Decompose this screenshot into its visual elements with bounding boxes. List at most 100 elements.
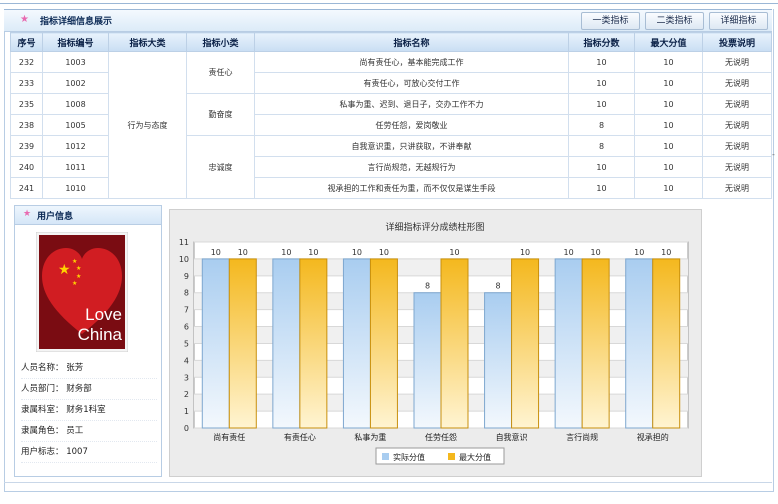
- cell-subcategory: 责任心: [186, 51, 255, 94]
- cell-name: 尚有责任心，基本能完成工作: [254, 51, 569, 73]
- cell-score: 8: [568, 114, 635, 136]
- cell-max: 10: [634, 72, 703, 94]
- bar-actual: [484, 292, 513, 429]
- page-title: 指标详细信息展示: [40, 17, 113, 27]
- cell-code: 1002: [42, 72, 109, 94]
- x-tick-label: 视承担的: [637, 432, 669, 442]
- x-tick-label: 自我意识: [496, 432, 528, 442]
- bar-max: [440, 258, 469, 429]
- avatar: ★ ★ ★ ★ ★ Love China: [36, 232, 128, 352]
- cell-score: 10: [568, 156, 635, 178]
- data-label: 10: [238, 248, 248, 257]
- cell-code: 1012: [42, 135, 109, 157]
- avatar-text-china: China: [78, 325, 123, 344]
- legend-label: 最大分值: [459, 452, 491, 462]
- user-field-id: 用户标志： 1007: [21, 442, 157, 463]
- cell-score: 10: [568, 93, 635, 115]
- col-header-score[interactable]: 指标分数: [568, 32, 635, 52]
- indicator-table: 序号 指标编号 指标大类 指标小类 指标名称 指标分数 最大分值 投票说明 23…: [10, 32, 772, 199]
- cell-seq: 240: [10, 156, 43, 178]
- y-tick-label: 8: [184, 289, 189, 298]
- user-field-office: 隶属科室： 财务1科室: [21, 400, 157, 421]
- cell-note: 无说明: [702, 156, 772, 178]
- data-label: 10: [520, 248, 530, 257]
- cell-max: 10: [634, 135, 703, 157]
- table-header-row: 序号 指标编号 指标大类 指标小类 指标名称 指标分数 最大分值 投票说明: [10, 32, 772, 52]
- data-label: 10: [308, 248, 318, 257]
- x-tick-label: 有责任心: [284, 432, 316, 442]
- y-tick-label: 0: [184, 424, 189, 433]
- cell-category: 行为与态度: [108, 51, 187, 199]
- data-label: 10: [211, 248, 221, 257]
- data-label: 10: [564, 248, 574, 257]
- bar-max: [652, 258, 681, 429]
- data-label: 8: [425, 282, 430, 291]
- cell-code: 1011: [42, 156, 109, 178]
- y-tick-label: 7: [184, 306, 189, 315]
- x-tick-label: 私事为重: [354, 432, 386, 442]
- y-tick-label: 3: [184, 373, 189, 382]
- bar-max: [369, 258, 398, 429]
- col-header-category[interactable]: 指标大类: [108, 32, 187, 52]
- y-tick-label: 5: [184, 339, 189, 348]
- cell-max: 10: [634, 51, 703, 73]
- user-field-list: 人员名称： 张芳 人员部门： 财务部 隶属科室： 财务1科室 隶属角色： 员工 …: [21, 358, 157, 463]
- data-label: 10: [634, 248, 644, 257]
- user-field-role: 隶属角色： 员工: [21, 421, 157, 442]
- y-tick-label: 6: [184, 323, 189, 332]
- cell-score: 10: [568, 177, 635, 199]
- svg-text:★: ★: [72, 258, 77, 265]
- cell-code: 1005: [42, 114, 109, 136]
- y-tick-label: 10: [179, 255, 189, 264]
- bar-max: [581, 258, 610, 429]
- y-tick-label: 1: [184, 407, 189, 416]
- svg-text:★: ★: [72, 280, 77, 287]
- bottom-divider: [4, 482, 772, 483]
- bar-actual: [413, 292, 442, 429]
- cell-name: 言行尚规范，无越规行为: [254, 156, 569, 178]
- tab-detail-indicators[interactable]: 详细指标: [709, 12, 768, 30]
- star-icon: ★: [20, 14, 29, 25]
- tab-level1-indicators[interactable]: 一类指标: [581, 12, 640, 30]
- cell-code: 1010: [42, 177, 109, 199]
- data-label: 10: [379, 248, 389, 257]
- user-field-department: 人员部门： 财务部: [21, 379, 157, 400]
- cell-seq: 239: [10, 135, 43, 157]
- cell-max: 10: [634, 93, 703, 115]
- cell-score: 10: [568, 72, 635, 94]
- cell-seq: 241: [10, 177, 43, 199]
- col-header-subcategory[interactable]: 指标小类: [186, 32, 255, 52]
- avatar-text-love: Love: [85, 305, 122, 324]
- y-tick-label: 11: [179, 238, 189, 247]
- cell-max: 10: [634, 156, 703, 178]
- data-label: 10: [449, 248, 459, 257]
- bar-max: [511, 258, 540, 429]
- svg-text:★: ★: [58, 262, 71, 278]
- col-header-seq[interactable]: 序号: [10, 32, 43, 52]
- legend-label: 实际分值: [393, 452, 425, 462]
- col-header-max[interactable]: 最大分值: [634, 32, 703, 52]
- panel-header: ★ 指标详细信息展示 一类指标 二类指标 详细指标: [4, 9, 772, 32]
- tab-level2-indicators[interactable]: 二类指标: [645, 12, 704, 30]
- x-tick-label: 尚有责任: [213, 432, 245, 442]
- cell-score: 10: [568, 51, 635, 73]
- data-label: 10: [591, 248, 601, 257]
- cell-score: 8: [568, 135, 635, 157]
- y-tick-label: 4: [184, 356, 189, 365]
- cell-name: 私事为重、迟到、退日子，交办工作不力: [254, 93, 569, 115]
- col-header-note[interactable]: 投票说明: [702, 32, 772, 52]
- col-header-code[interactable]: 指标编号: [42, 32, 109, 52]
- bar-actual: [342, 258, 371, 429]
- col-header-name[interactable]: 指标名称: [254, 32, 569, 52]
- cell-subcategory: 忠诚度: [186, 135, 255, 199]
- cell-name: 视承担的工作和责任为重，而不仅仅是谋生手段: [254, 177, 569, 199]
- bar-max: [228, 258, 257, 429]
- cell-seq: 238: [10, 114, 43, 136]
- table-row[interactable]: 232 1003 行为与态度 责任心 尚有责任心，基本能完成工作 10 10 无…: [10, 51, 772, 199]
- cell-seq: 235: [10, 93, 43, 115]
- data-label: 8: [496, 282, 501, 291]
- chart-panel: 详细指标评分成绩柱形图 0 1 2 3 4 5 6 7 8 9 10 11 10 10 尚有责任 10 10 有责…: [169, 209, 702, 477]
- bar-max: [299, 258, 328, 429]
- legend-swatch: [448, 453, 455, 460]
- cell-max: 10: [634, 114, 703, 136]
